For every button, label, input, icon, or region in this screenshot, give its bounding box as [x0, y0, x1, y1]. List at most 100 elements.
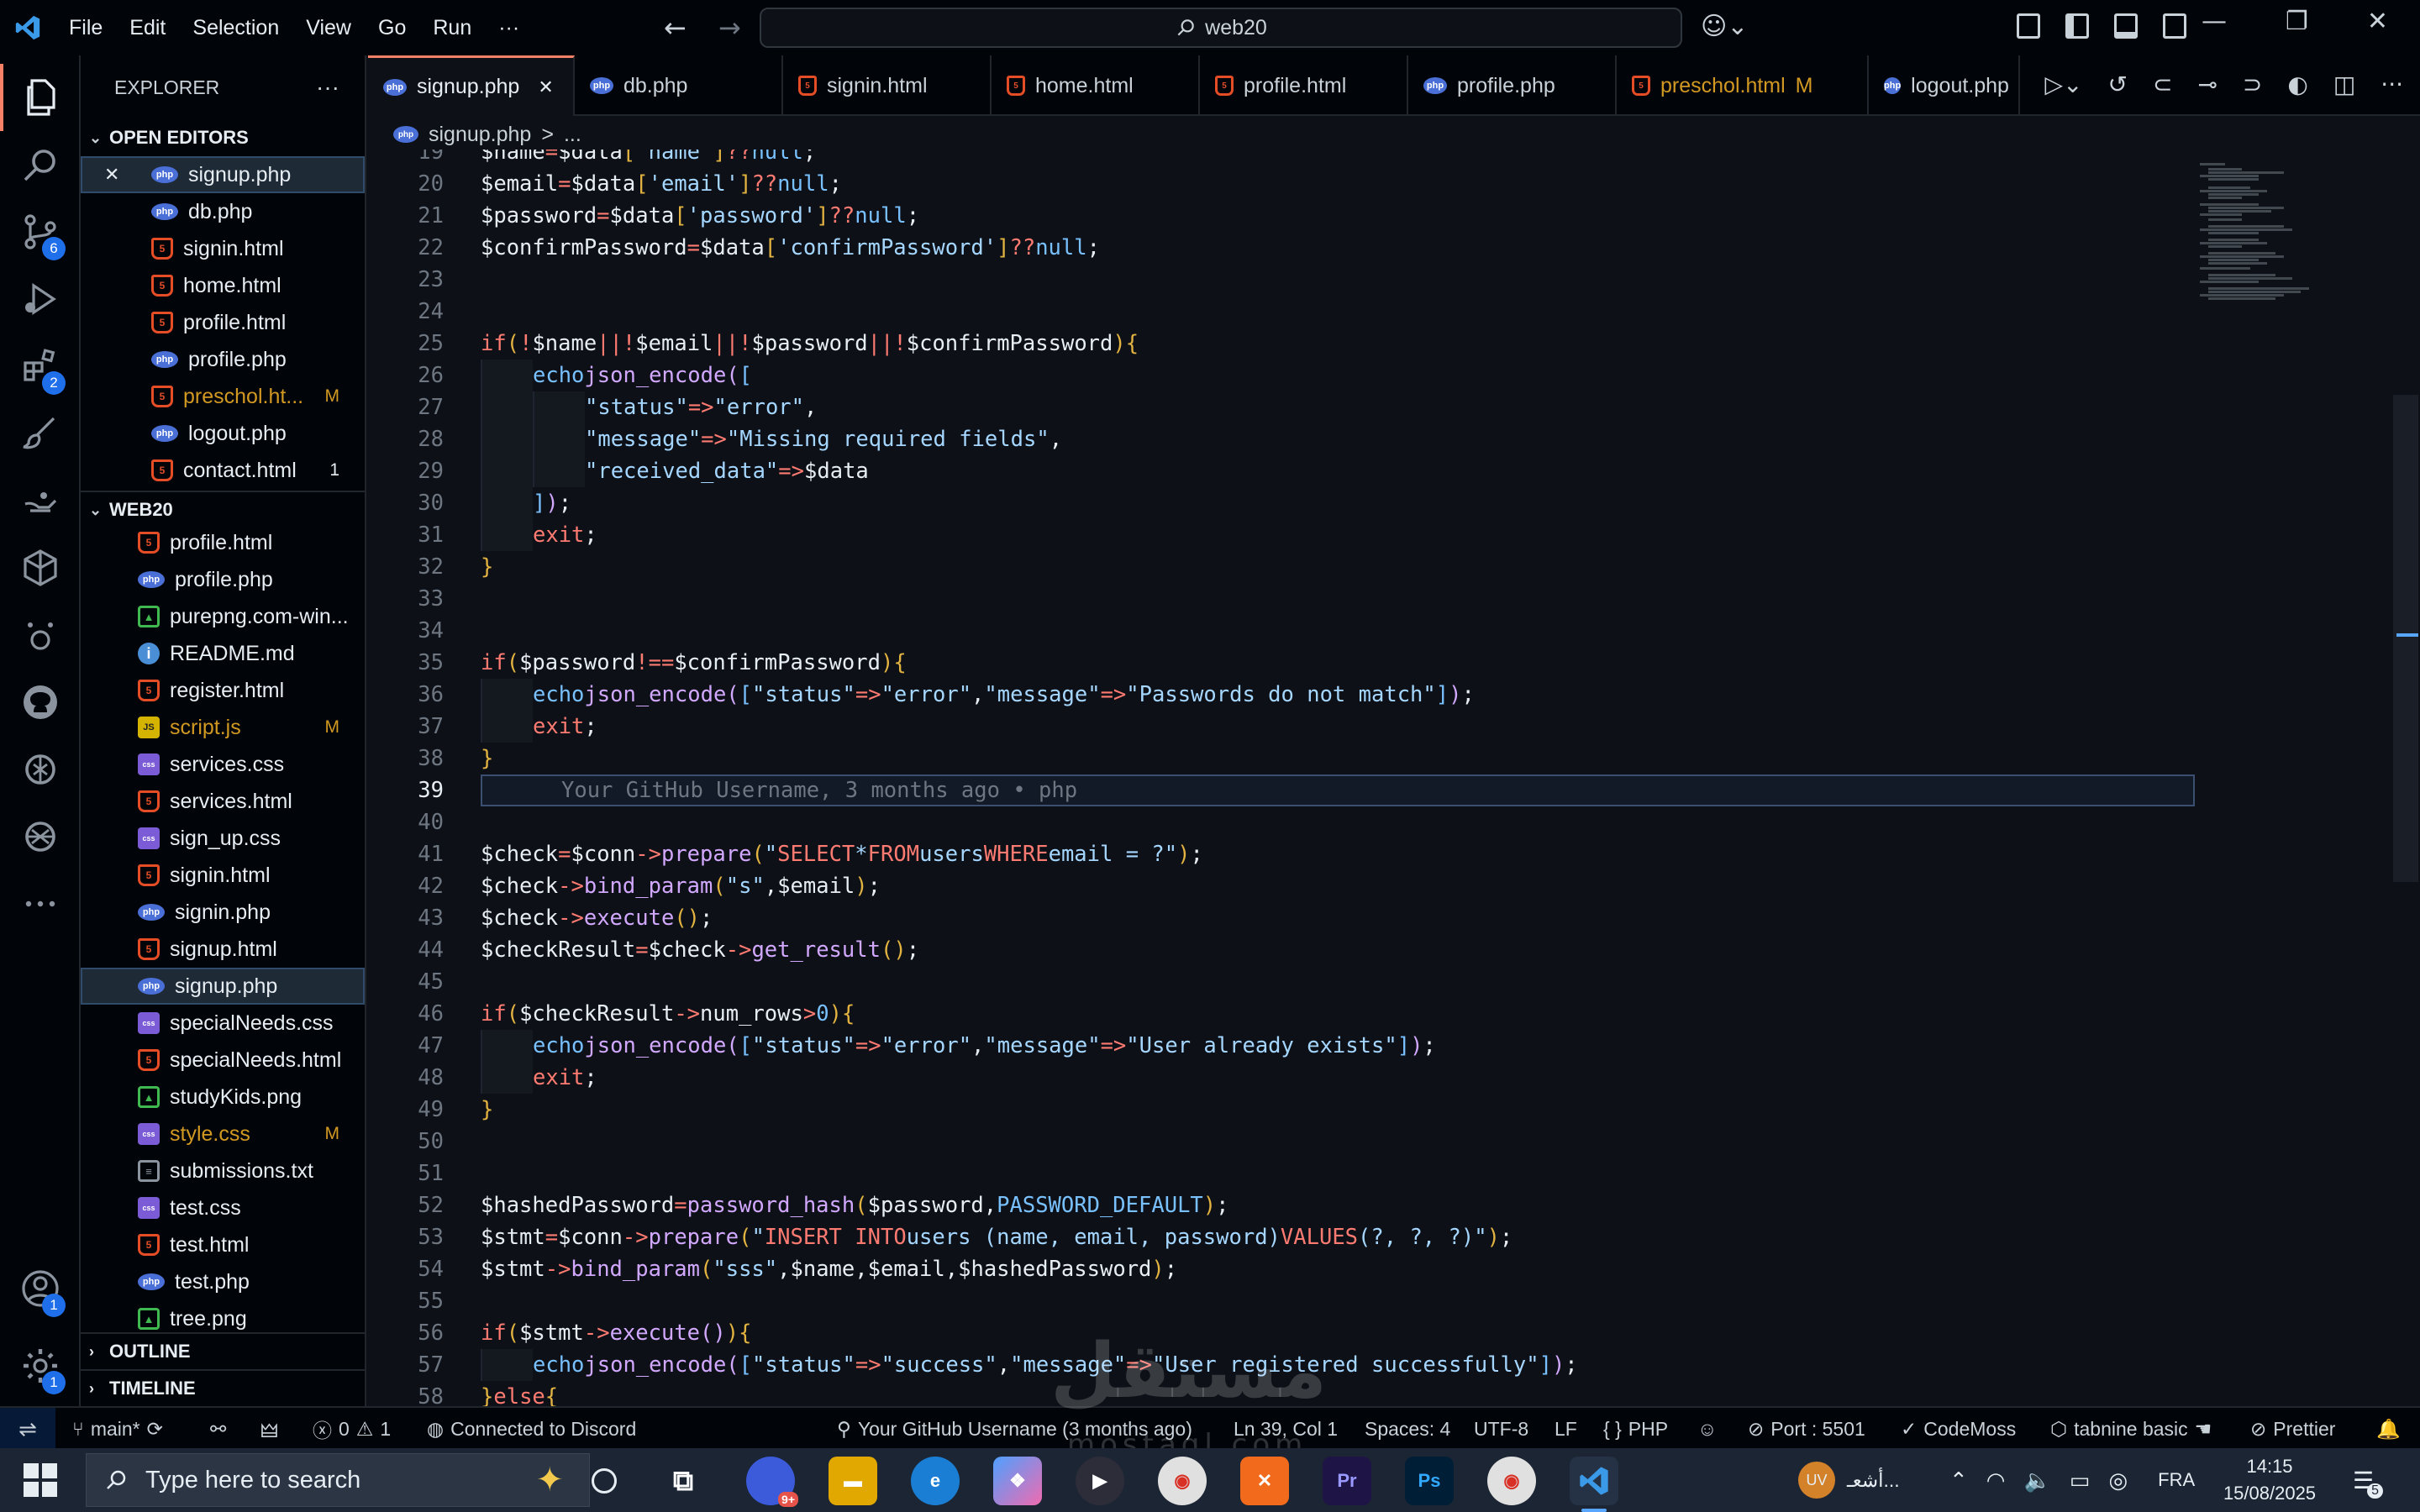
photoshop-icon[interactable]: Ps	[1405, 1457, 1454, 1505]
robot-icon[interactable]	[0, 601, 81, 669]
menu-selection[interactable]: Selection	[179, 16, 292, 40]
file-item[interactable]: 5 test.html	[81, 1226, 365, 1263]
breadcrumb-file[interactable]: signup.php	[429, 123, 531, 147]
customize-layout-icon[interactable]	[2017, 13, 2040, 39]
copilot-app-icon[interactable]: ❖	[993, 1457, 1042, 1505]
premiere-icon[interactable]: Pr	[1323, 1457, 1371, 1505]
media-player-icon[interactable]: ▶	[1076, 1457, 1124, 1505]
compare-icon[interactable]: ◐	[2287, 71, 2307, 98]
vscode-taskbar-icon[interactable]	[1570, 1457, 1618, 1512]
tab-profile-php[interactable]: php profile.php	[1408, 55, 1617, 116]
tab-profile-html[interactable]: 5 profile.html	[1200, 55, 1408, 116]
file-item[interactable]: 5 specialNeeds.html	[81, 1042, 365, 1079]
copilot-icon[interactable]: ☺⌄	[1701, 12, 1748, 41]
branch-indicator[interactable]: ⑂ main* ⟳	[72, 1408, 163, 1450]
toggle-primary-sidebar-icon[interactable]	[2065, 13, 2089, 39]
go-forward-change-icon[interactable]: ⊃	[2243, 71, 2262, 98]
command-center-search[interactable]: web20	[760, 8, 1682, 48]
file-item[interactable]: css sign_up.css	[81, 820, 365, 857]
explorer-more-icon[interactable]: ···	[316, 74, 339, 101]
menu-edit[interactable]: Edit	[116, 16, 179, 40]
file-item[interactable]: 5 signin.html	[81, 857, 365, 894]
timeline-icon[interactable]: ↺	[2108, 71, 2128, 98]
forward-arrow-icon[interactable]: →	[718, 12, 741, 44]
file-item[interactable]: php logout.php	[81, 415, 365, 452]
close-icon[interactable]: ✕	[104, 164, 119, 186]
timeline-section[interactable]: › TIMELINE	[81, 1369, 365, 1406]
toggle-secondary-sidebar-icon[interactable]	[2163, 13, 2186, 39]
file-explorer-icon[interactable]: ▬	[829, 1457, 877, 1505]
menu-more[interactable]: ···	[485, 16, 533, 40]
codemoss-status[interactable]: ✓ CodeMoss	[1901, 1408, 2016, 1450]
openai-icon[interactable]	[0, 803, 81, 870]
file-item[interactable]: css services.css	[81, 746, 365, 783]
input-language[interactable]: FRA	[2158, 1469, 2195, 1491]
editor-scrollbar[interactable]	[2393, 395, 2418, 882]
copilot-status-icon[interactable]: ☺	[1697, 1408, 1717, 1450]
menu-file[interactable]: File	[55, 16, 116, 40]
split-editor-icon[interactable]: ◫	[2333, 71, 2355, 98]
file-item[interactable]: css specialNeeds.css	[81, 1005, 365, 1042]
file-item[interactable]: 5 profile.html	[81, 304, 365, 341]
xampp-icon[interactable]: ✕	[1240, 1457, 1289, 1505]
chevron-up-icon[interactable]: ⌃	[1949, 1467, 1968, 1494]
source-control-icon[interactable]: 6	[0, 198, 81, 265]
file-item[interactable]: 5 profile.html	[81, 524, 365, 561]
menu-run[interactable]: Run	[419, 16, 485, 40]
chrome-profile-icon[interactable]: ◉	[1487, 1457, 1536, 1505]
file-item[interactable]: 5 contact.html 1	[81, 452, 365, 489]
notifications-bell-icon[interactable]: 🔔	[2376, 1408, 2401, 1450]
folder-header[interactable]: ⌄ WEB20	[81, 491, 365, 528]
battery-icon[interactable]: ▭	[2070, 1467, 2091, 1494]
cube-icon[interactable]	[0, 534, 81, 601]
indentation[interactable]: Spaces: 4	[1365, 1408, 1450, 1450]
file-item[interactable]: ≡ submissions.txt	[81, 1152, 365, 1189]
file-item[interactable]: 5 home.html	[81, 267, 365, 304]
wifi-icon[interactable]: ◠	[1986, 1467, 2006, 1494]
code-editor[interactable]: 19 $name = $data['name'] ?? null; 20 $email…	[368, 150, 2420, 1406]
notification-center-icon[interactable]: ☰ 5	[2353, 1448, 2384, 1512]
discord-status[interactable]: ◍ Connected to Discord	[427, 1408, 636, 1450]
deploy-rocket-icon[interactable]: 🜲	[260, 1408, 278, 1450]
line-ending[interactable]: LF	[1555, 1408, 1577, 1450]
file-item[interactable]: JS script.js M	[81, 709, 365, 746]
breadcrumb-symbols[interactable]: ...	[564, 123, 581, 147]
sync-icon[interactable]: ⟳	[147, 1418, 163, 1441]
accounts-icon[interactable]: 1	[0, 1255, 81, 1322]
clock[interactable]: 14:15 15/08/2025	[2215, 1453, 2324, 1507]
file-item[interactable]: php test.php	[81, 1263, 365, 1300]
tab-signup-php[interactable]: php signup.php ✕	[368, 55, 575, 116]
extensions-icon[interactable]: 2	[0, 333, 81, 400]
problems-indicator[interactable]: ⓧ 0 ⚠ 1	[313, 1408, 391, 1450]
run-debug-icon[interactable]	[0, 265, 81, 333]
live-server-port[interactable]: ⊘ Port : 5501	[1748, 1408, 1865, 1450]
commit-icon[interactable]: ⊸	[2197, 71, 2217, 98]
user-notification[interactable]: UV أشعـ...	[1798, 1448, 1900, 1512]
search-icon[interactable]	[0, 131, 81, 198]
go-back-change-icon[interactable]: ⊂	[2153, 71, 2172, 98]
file-item[interactable]: css style.css M	[81, 1116, 365, 1152]
language-mode[interactable]: { } PHP	[1603, 1408, 1668, 1450]
file-item[interactable]: 5 register.html	[81, 672, 365, 709]
tab-home-html[interactable]: 5 home.html	[992, 55, 1200, 116]
file-item[interactable]: ✕ php signup.php	[81, 156, 365, 193]
file-item[interactable]: ▲ purepng.com-win...	[81, 598, 365, 635]
file-item[interactable]: ▲ studyKids.png	[81, 1079, 365, 1116]
file-item[interactable]: 5 signup.html	[81, 931, 365, 968]
file-item[interactable]: php signup.php	[81, 968, 365, 1005]
tab-logout-php[interactable]: php logout.php	[1869, 55, 2020, 116]
file-item[interactable]: 5 signin.html	[81, 230, 365, 267]
back-arrow-icon[interactable]: ←	[664, 12, 687, 44]
menu-go[interactable]: Go	[365, 16, 419, 40]
taskbar-search[interactable]: Type here to search ✦	[86, 1453, 590, 1507]
github-icon[interactable]	[0, 669, 81, 736]
minimize-icon[interactable]: —	[2202, 7, 2227, 36]
chrome-tray-icon[interactable]: ◎	[2108, 1467, 2128, 1494]
more-icon[interactable]	[0, 870, 81, 937]
file-item[interactable]: 5 preschol.ht... M	[81, 378, 365, 415]
edge-icon[interactable]: e	[911, 1457, 960, 1505]
cortana-icon[interactable]	[580, 1457, 629, 1505]
chrome-icon[interactable]: ◉	[1158, 1457, 1207, 1505]
file-item[interactable]: php profile.php	[81, 561, 365, 598]
run-icon[interactable]: ▷⌄	[2045, 71, 2083, 98]
